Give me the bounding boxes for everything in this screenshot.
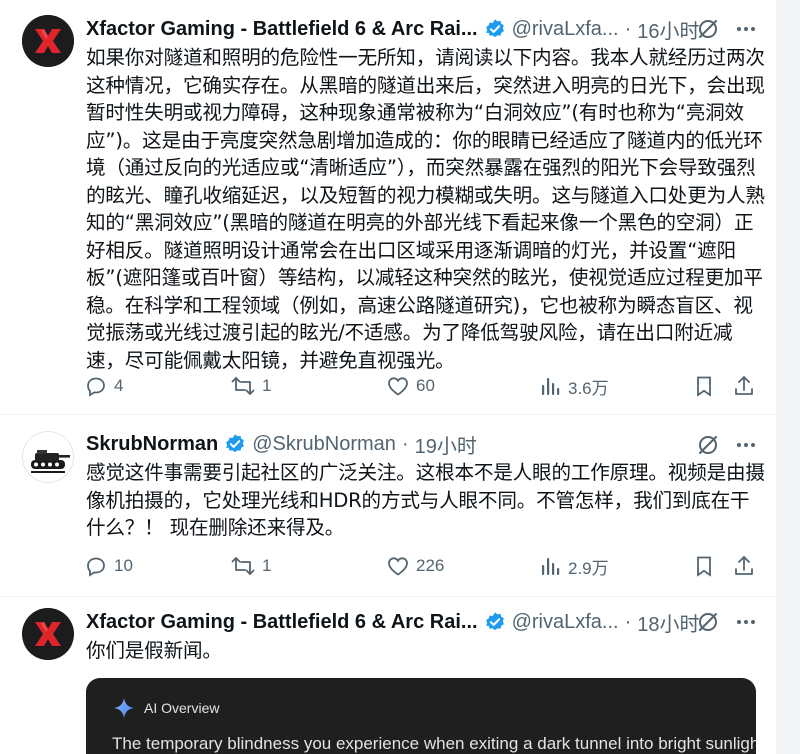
timestamp[interactable]: 18小时: [637, 608, 699, 637]
tweet-actions: 4 1 60 3.6万: [86, 371, 766, 401]
author-handle[interactable]: @rivaLxfa...: [512, 18, 619, 41]
xfactor-logo-icon: [22, 608, 74, 660]
repost-count: 1: [262, 556, 272, 575]
repost-button[interactable]: 1: [230, 371, 271, 401]
ai-overview-title: AI Overview: [144, 700, 220, 716]
author-name[interactable]: Xfactor Gaming - Battlefield 6 & Arc Rai…: [86, 18, 478, 41]
reply-count: 10: [114, 556, 133, 575]
tweet[interactable]: SkrubNorman @SkrubNorman · 19小时 感觉这件事需要引…: [0, 415, 776, 596]
share-button[interactable]: [732, 551, 756, 581]
grok-icon[interactable]: [696, 433, 720, 457]
tweet-header: Xfactor Gaming - Battlefield 6 & Arc Rai…: [86, 607, 700, 637]
reply-icon: [87, 557, 105, 577]
views-count: 3.6万: [568, 378, 609, 398]
repost-count: 1: [262, 376, 272, 395]
avatar[interactable]: [22, 431, 74, 483]
separator-dot: ·: [624, 17, 632, 40]
verified-badge-icon: [484, 611, 506, 633]
xfactor-logo-icon: [22, 15, 74, 67]
timestamp[interactable]: 16小时: [637, 15, 699, 44]
bookmark-icon: [697, 556, 711, 577]
more-options-icon[interactable]: [734, 433, 758, 457]
reply-count: 4: [114, 376, 124, 395]
views-count: 2.9万: [568, 558, 609, 578]
tweet[interactable]: Xfactor Gaming - Battlefield 6 & Arc Rai…: [0, 0, 776, 414]
verified-badge-icon: [224, 433, 246, 455]
bookmark-button[interactable]: [692, 551, 716, 581]
reply-button[interactable]: 10: [84, 551, 133, 581]
share-button[interactable]: [732, 371, 756, 401]
avatar[interactable]: [22, 608, 74, 660]
timestamp[interactable]: 19小时: [415, 430, 477, 459]
separator-dot: ·: [624, 610, 632, 633]
share-icon: [735, 556, 753, 575]
tweet-header: Xfactor Gaming - Battlefield 6 & Arc Rai…: [86, 14, 700, 44]
views-icon: [542, 558, 560, 575]
bookmark-icon: [697, 376, 711, 397]
tank-logo-icon: [31, 450, 70, 473]
share-icon: [735, 376, 753, 395]
tweet-header: SkrubNorman @SkrubNorman · 19小时: [86, 429, 477, 459]
sparkle-icon: [114, 698, 134, 718]
heart-icon: [388, 377, 408, 396]
twitter-thread: Xfactor Gaming - Battlefield 6 & Arc Rai…: [0, 0, 800, 754]
ai-overview-text: The temporary blindness you experience w…: [112, 734, 756, 753]
tweet-text: 你们是假新闻。: [86, 639, 222, 662]
grok-icon[interactable]: [696, 610, 720, 634]
author-handle[interactable]: @SkrubNorman: [252, 433, 396, 456]
tweet-text: 感觉这件事需要引起社区的广泛关注。这根本不是人眼的工作原理。视频是由摄像机拍摄的…: [86, 461, 765, 539]
tweet-text: 如果你对隧道和照明的危险性一无所知，请阅读以下内容。我本人就经历过两次这种情况，…: [86, 46, 765, 372]
tweet-actions: 10 1 226 2.9万: [86, 551, 766, 581]
author-handle[interactable]: @rivaLxfa...: [512, 611, 619, 634]
avatar[interactable]: [22, 15, 74, 67]
more-options-icon[interactable]: [734, 17, 758, 41]
reply-icon: [87, 377, 105, 397]
bookmark-button[interactable]: [692, 371, 716, 401]
repost-button[interactable]: 1: [230, 551, 271, 581]
like-count: 226: [416, 556, 445, 575]
views-button[interactable]: 3.6万: [540, 371, 609, 401]
like-count: 60: [416, 376, 435, 395]
views-button[interactable]: 2.9万: [540, 551, 609, 581]
like-button[interactable]: 226: [386, 551, 444, 581]
scroll-gutter: [776, 0, 800, 754]
author-name[interactable]: SkrubNorman: [86, 433, 218, 456]
reply-button[interactable]: 4: [84, 371, 123, 401]
author-name[interactable]: Xfactor Gaming - Battlefield 6 & Arc Rai…: [86, 611, 478, 634]
like-button[interactable]: 60: [386, 371, 435, 401]
grok-icon[interactable]: [696, 17, 720, 41]
ai-overview-image[interactable]: AI Overview The temporary blindness you …: [86, 678, 756, 754]
repost-icon: [231, 557, 255, 575]
separator-dot: ·: [401, 432, 409, 455]
repost-icon: [231, 377, 255, 395]
more-options-icon[interactable]: [734, 610, 758, 634]
heart-icon: [388, 557, 408, 576]
views-icon: [542, 378, 560, 395]
verified-badge-icon: [484, 18, 506, 40]
